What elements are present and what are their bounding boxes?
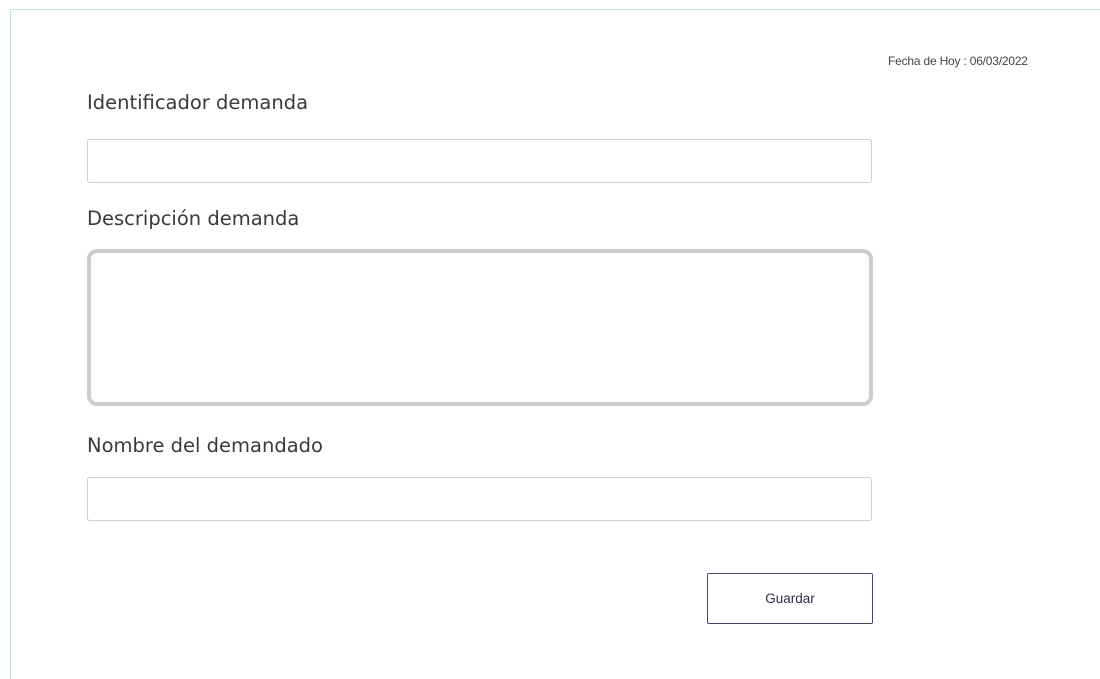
today-date-label: Fecha de Hoy : — [888, 54, 967, 68]
save-button[interactable]: Guardar — [707, 573, 873, 624]
today-date: Fecha de Hoy : 06/03/2022 — [888, 54, 1028, 68]
identificador-input[interactable] — [87, 139, 872, 183]
today-date-value: 06/03/2022 — [969, 54, 1028, 68]
descripcion-label: Descripción demanda — [87, 207, 300, 230]
descripcion-textarea[interactable] — [87, 249, 873, 406]
nombre-demandado-input[interactable] — [87, 477, 872, 521]
identificador-label: Identificador demanda — [87, 91, 309, 114]
nombre-demandado-label: Nombre del demandado — [87, 434, 323, 457]
